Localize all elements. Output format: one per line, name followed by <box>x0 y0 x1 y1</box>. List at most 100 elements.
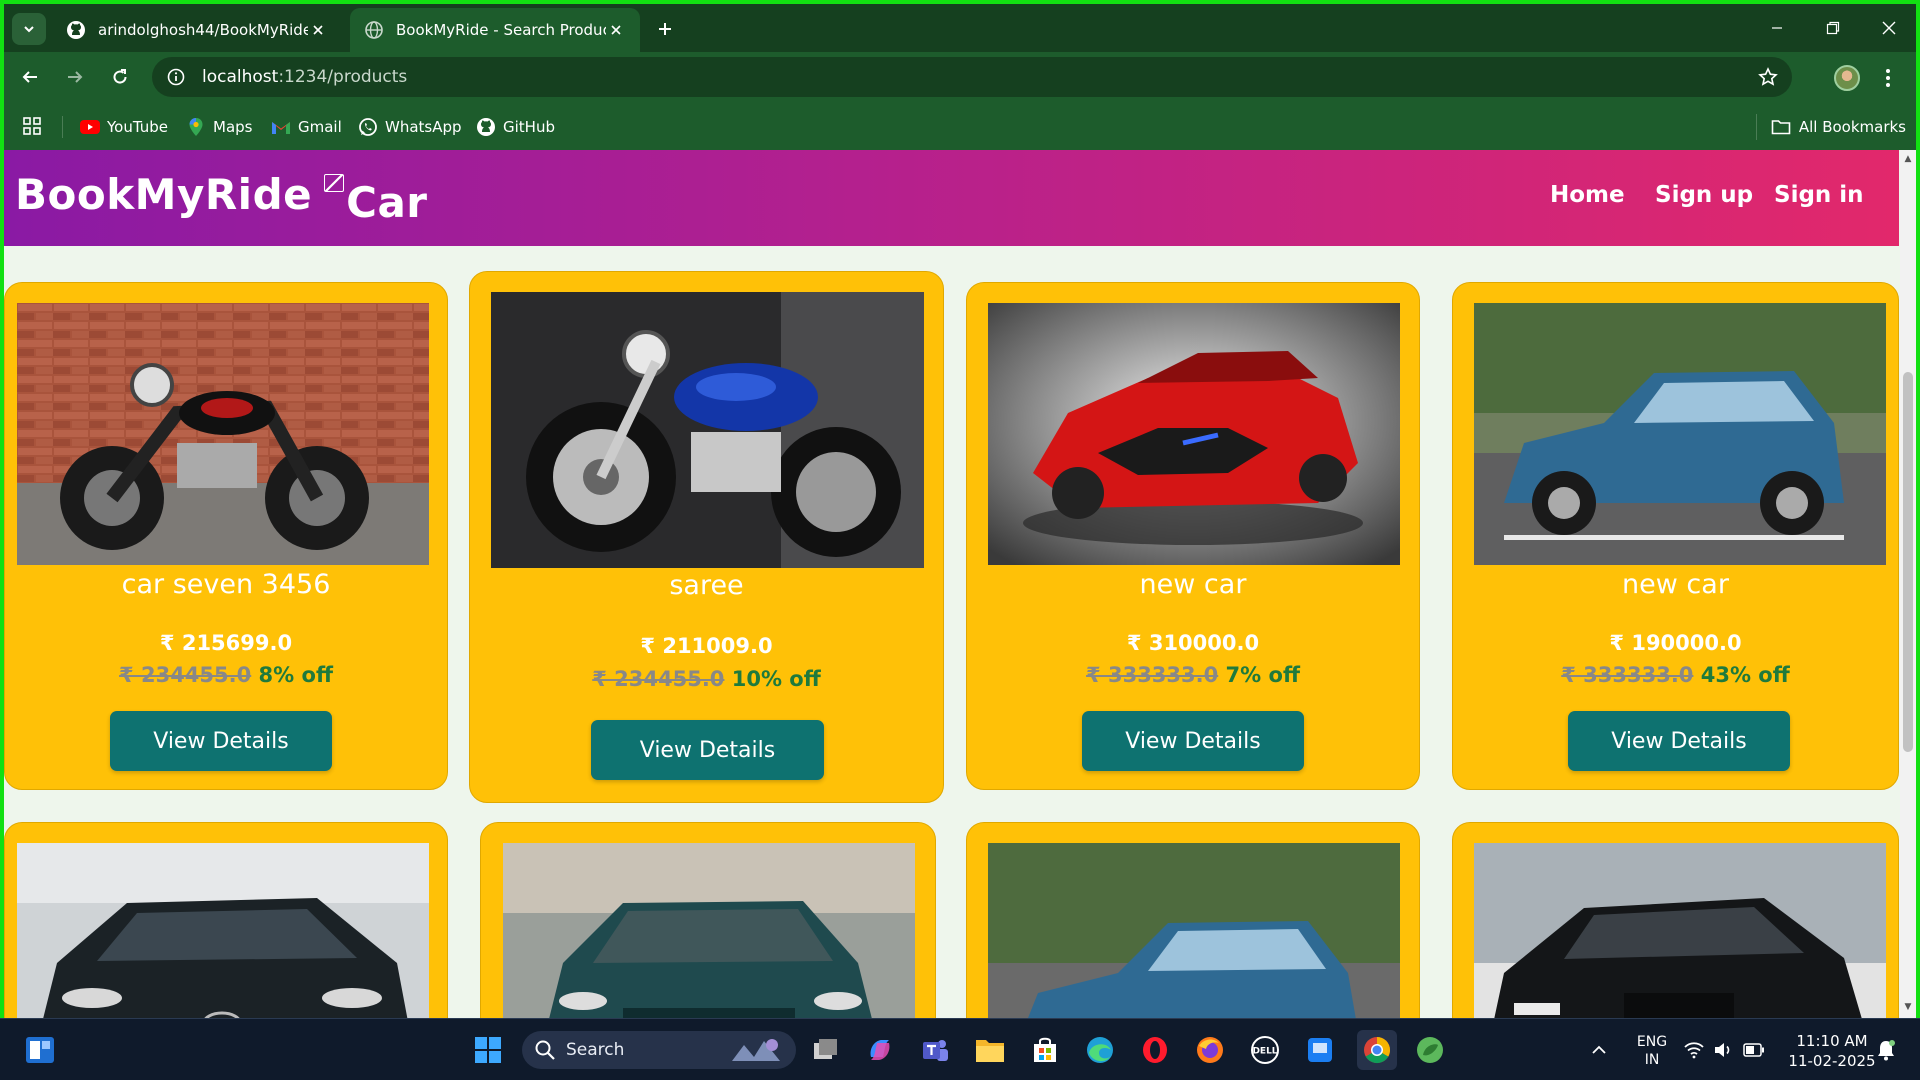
bookmark-star-icon[interactable] <box>1756 65 1780 89</box>
close-window-button[interactable] <box>1874 14 1904 42</box>
widgets-icon[interactable] <box>22 1032 58 1068</box>
bookmark-label: WhatsApp <box>385 118 462 136</box>
bookmarks-bar: YouTube Maps Gmail WhatsApp GitHub All B… <box>4 102 1916 150</box>
page-scrollbar[interactable]: ▲ ▼ <box>1900 150 1916 1018</box>
info-icon[interactable] <box>164 65 188 89</box>
new-tab-button[interactable] <box>652 16 678 42</box>
file-explorer-icon[interactable] <box>972 1032 1008 1068</box>
windows-start-icon[interactable] <box>470 1032 506 1068</box>
windows-taskbar: Search DELL ENG IN 11:10 AM 11-02-2025 <box>0 1018 1920 1080</box>
product-card: saree ₹ 211009.0 ₹ 234455.0 10% off View… <box>469 271 944 803</box>
youtube-icon <box>80 117 100 137</box>
browser-toolbar: localhost:1234/products <box>4 52 1916 102</box>
gmail-icon <box>271 117 291 137</box>
task-view-icon[interactable] <box>808 1032 844 1068</box>
scroll-down-icon[interactable]: ▼ <box>1903 1002 1913 1012</box>
address-bar[interactable]: localhost:1234/products <box>152 57 1792 97</box>
apps-grid-icon[interactable] <box>22 116 42 136</box>
tab-search-button[interactable] <box>12 13 46 45</box>
product-card <box>480 822 936 1018</box>
arrow-left-icon <box>22 71 37 83</box>
language-indicator[interactable]: ENG IN <box>1632 1033 1672 1069</box>
brand-name: BookMyRide <box>15 170 313 219</box>
volume-icon[interactable] <box>1710 1032 1738 1068</box>
battery-icon[interactable] <box>1740 1032 1768 1068</box>
tab-bookmyride[interactable]: BookMyRide - Search Products <box>350 8 640 52</box>
discount-badge: 10% off <box>731 667 821 691</box>
bookmark-label: GitHub <box>503 118 555 136</box>
clock-time: 11:10 AM <box>1796 1032 1868 1050</box>
opera-icon[interactable] <box>1137 1032 1173 1068</box>
bookmarks-separator <box>62 116 63 138</box>
nav-signup-link[interactable]: Sign up <box>1655 182 1753 208</box>
browser-menu-button[interactable] <box>1880 65 1896 91</box>
product-card <box>4 822 448 1018</box>
bookmark-maps[interactable]: Maps <box>186 114 252 140</box>
discount-badge: 8% off <box>258 663 333 687</box>
dell-icon[interactable]: DELL <box>1247 1032 1283 1068</box>
url-host: localhost <box>202 67 279 87</box>
product-image[interactable] <box>17 843 429 1018</box>
url-text[interactable]: localhost:1234/products <box>202 67 407 87</box>
product-image[interactable] <box>1474 303 1886 565</box>
view-details-button[interactable]: View Details <box>1568 711 1790 771</box>
scroll-up-icon[interactable]: ▲ <box>1903 154 1913 164</box>
minimize-button[interactable] <box>1762 14 1792 42</box>
product-image[interactable] <box>17 303 429 565</box>
view-details-button[interactable]: View Details <box>591 720 824 780</box>
url-path: :1234/products <box>278 67 408 87</box>
chrome-icon[interactable] <box>1357 1030 1397 1070</box>
github-icon <box>476 117 496 137</box>
microsoft-store-icon[interactable] <box>1027 1032 1063 1068</box>
nav-home-link[interactable]: Home <box>1550 182 1625 208</box>
product-image[interactable] <box>988 843 1400 1018</box>
close-icon <box>1882 21 1896 35</box>
chevron-up-icon[interactable] <box>1584 1032 1614 1068</box>
view-details-button[interactable]: View Details <box>1082 711 1304 771</box>
page-viewport: BookMyRide Car Home Sign up Sign in car … <box>4 150 1916 1018</box>
scrollbar-thumb[interactable] <box>1903 372 1913 752</box>
product-image[interactable] <box>988 303 1400 565</box>
blue-app-icon[interactable] <box>1302 1032 1338 1068</box>
copilot-icon[interactable] <box>862 1032 898 1068</box>
product-original-price-row: ₹ 333333.0 43% off <box>1453 663 1898 687</box>
edge-icon[interactable] <box>1082 1032 1118 1068</box>
restore-button[interactable] <box>1818 14 1848 42</box>
product-title: new car <box>1139 569 1247 600</box>
reload-button[interactable] <box>104 61 136 93</box>
firefox-icon[interactable] <box>1192 1032 1228 1068</box>
view-details-button[interactable]: View Details <box>110 711 332 771</box>
all-bookmarks-button[interactable]: All Bookmarks <box>1755 114 1906 140</box>
taskbar-search[interactable]: Search <box>522 1031 796 1069</box>
bookmark-youtube[interactable]: YouTube <box>80 114 168 140</box>
product-image[interactable] <box>1474 843 1886 1018</box>
globe-icon <box>365 21 383 39</box>
product-title: car seven 3456 <box>121 569 331 600</box>
teams-icon[interactable] <box>917 1032 953 1068</box>
bookmark-label: YouTube <box>107 118 168 136</box>
bookmark-whatsapp[interactable]: WhatsApp <box>358 114 462 140</box>
green-app-icon[interactable] <box>1412 1032 1448 1068</box>
svg-text:DELL: DELL <box>1252 1047 1277 1057</box>
bookmark-github[interactable]: GitHub <box>476 114 555 140</box>
search-icon <box>535 1040 555 1060</box>
bookmark-gmail[interactable]: Gmail <box>271 114 342 140</box>
product-image[interactable] <box>503 843 915 1018</box>
site-logo[interactable]: BookMyRide Car <box>15 170 428 227</box>
close-tab-icon[interactable] <box>606 20 626 40</box>
forward-button[interactable] <box>59 61 91 93</box>
product-price: ₹ 211009.0 <box>640 634 773 658</box>
tab-github[interactable]: arindolghosh44/BookMyRide <box>52 8 342 52</box>
product-card: new car ₹ 310000.0 ₹ 333333.0 7% off Vie… <box>966 282 1420 790</box>
bookmark-label: Gmail <box>298 118 342 136</box>
notification-bell-icon[interactable] <box>1872 1032 1900 1068</box>
product-image[interactable] <box>491 292 924 568</box>
back-button[interactable] <box>14 61 46 93</box>
nav-signin-link[interactable]: Sign in <box>1774 182 1864 208</box>
wifi-icon[interactable] <box>1680 1032 1708 1068</box>
clock[interactable]: 11:10 AM 11-02-2025 <box>1782 1031 1882 1071</box>
product-title: new car <box>1622 569 1729 600</box>
close-tab-icon[interactable] <box>308 20 328 40</box>
profile-avatar[interactable] <box>1834 65 1860 91</box>
product-card <box>966 822 1420 1018</box>
